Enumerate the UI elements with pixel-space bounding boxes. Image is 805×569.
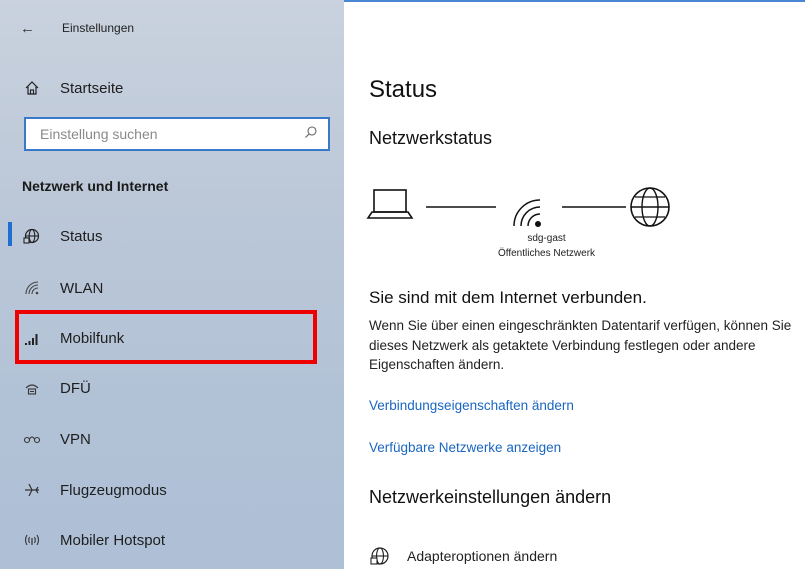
window-title: Einstellungen: [62, 21, 135, 35]
sidebar-item-vpn[interactable]: VPN: [22, 429, 91, 449]
connection-status-text: Sie sind mit dem Internet verbunden.: [369, 288, 647, 307]
sidebar-item-label: VPN: [60, 430, 91, 448]
airplane-icon: [22, 480, 42, 500]
sidebar-item-flugzeugmodus[interactable]: Flugzeugmodus: [22, 480, 167, 500]
search-icon[interactable]: [304, 125, 318, 144]
section-title: Netzwerk und Internet: [22, 178, 169, 194]
highlight-box: [15, 310, 317, 364]
dialup-icon: [22, 378, 42, 398]
adapter-options-item[interactable]: Adapteroptionen ändern: [369, 545, 557, 567]
network-name: sdg-gast: [527, 233, 566, 244]
sidebar-item-label: WLAN: [60, 279, 104, 297]
sidebar-item-dfue[interactable]: DFÜ: [22, 378, 91, 398]
search-input[interactable]: [38, 125, 304, 143]
connection-description: Wenn Sie über einen eingeschränkten Date…: [369, 318, 792, 372]
adapter-options-label: Adapteroptionen ändern: [407, 548, 558, 564]
network-type: Öffentliches Netzwerk: [497, 248, 596, 259]
home-icon: [22, 78, 42, 98]
vpn-icon: [22, 429, 42, 449]
sidebar-item-label: Mobiler Hotspot: [60, 531, 166, 549]
page-title: Status: [369, 76, 438, 103]
network-status-icon: [22, 226, 42, 246]
sidebar-item-wlan[interactable]: WLAN: [22, 278, 103, 298]
home-label: Startseite: [60, 79, 124, 97]
adapter-network-icon: [369, 545, 391, 567]
sidebar-item-label: Flugzeugmodus: [60, 481, 167, 499]
sidebar-item-status[interactable]: Status: [22, 226, 103, 246]
active-indicator: [8, 222, 12, 246]
sidebar-item-mobiler-hotspot[interactable]: Mobiler Hotspot: [22, 530, 165, 550]
wifi-icon: [22, 278, 42, 298]
sidebar: ← Einstellungen Startseite Netzwerk und …: [0, 0, 344, 569]
change-settings-heading: Netzwerkeinstellungen ändern: [369, 487, 612, 507]
titlebar: ← Einstellungen: [20, 18, 134, 38]
home-link[interactable]: Startseite: [22, 78, 123, 98]
available-networks-link[interactable]: Verfügbare Netzwerke anzeigen: [369, 440, 561, 455]
wifi-icon: [513, 199, 541, 227]
sidebar-item-label: Status: [60, 227, 103, 245]
hotspot-icon: [22, 530, 42, 550]
back-arrow-icon[interactable]: ←: [20, 20, 44, 37]
connection-properties-link[interactable]: Verbindungseigenschaften ändern: [369, 398, 574, 413]
network-status-heading: Netzwerkstatus: [369, 128, 493, 148]
globe-icon: [630, 187, 670, 227]
laptop-icon: [366, 189, 414, 219]
main-panel: Status Netzwerkstatus sdg-gast Öffentlic…: [344, 0, 805, 569]
search-box[interactable]: [24, 117, 330, 151]
sidebar-item-label: DFÜ: [60, 379, 91, 397]
